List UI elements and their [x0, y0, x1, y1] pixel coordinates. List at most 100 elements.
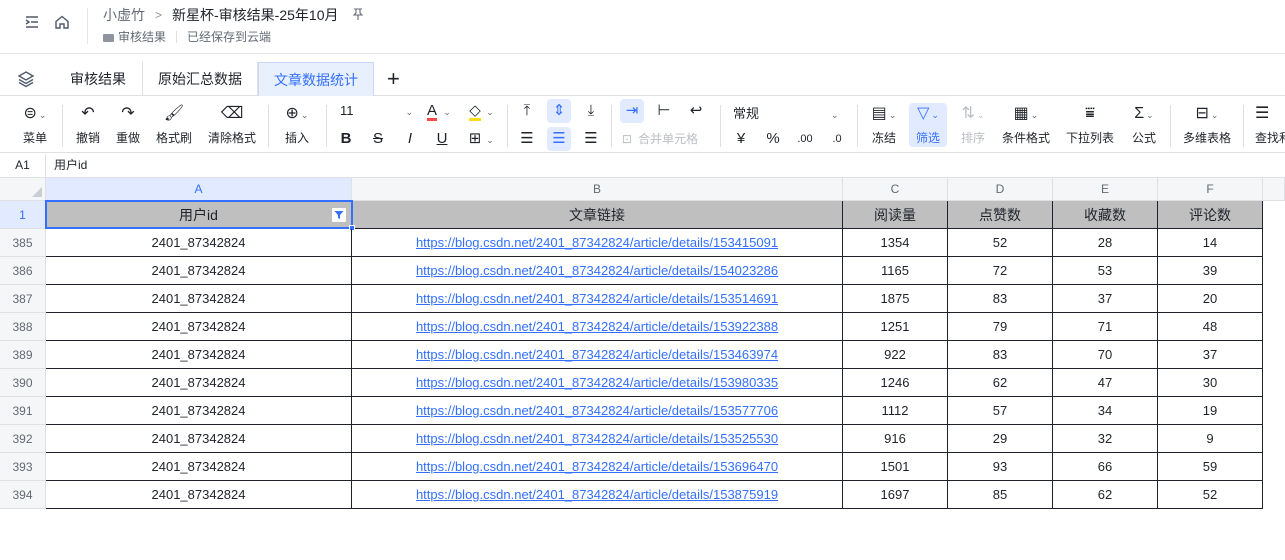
cell-article-link[interactable]: https://blog.csdn.net/2401_87342824/arti… [352, 397, 843, 425]
align-center-icon[interactable]: ☰ [547, 127, 571, 151]
cell-user-id[interactable]: 2401_87342824 [46, 257, 352, 285]
cell-like-count[interactable]: 83 [948, 285, 1053, 313]
filter-dropdown-button[interactable] [331, 207, 347, 223]
cell-like-count[interactable]: 83 [948, 341, 1053, 369]
cell-like-count[interactable]: 79 [948, 313, 1053, 341]
folder-link[interactable]: 审核结果 [103, 28, 166, 45]
article-link[interactable]: https://blog.csdn.net/2401_87342824/arti… [416, 263, 778, 278]
row-header[interactable]: 394 [0, 481, 46, 509]
cell-comment-count[interactable]: 9 [1158, 425, 1263, 453]
freeze-button[interactable]: ▤ ⌄ 冻结 [866, 103, 902, 146]
cell-like-count[interactable]: 52 [948, 229, 1053, 257]
cell-comment-count[interactable]: 30 [1158, 369, 1263, 397]
dropdown-list-button[interactable]: ⩸ 下拉列表 [1064, 103, 1116, 146]
breadcrumb-parent[interactable]: 小虚竹 [103, 5, 145, 25]
header-user-id[interactable]: 用户id [46, 201, 352, 229]
cell-user-id[interactable]: 2401_87342824 [46, 481, 352, 509]
align-top-icon[interactable]: ⤒ [515, 99, 539, 123]
home-icon[interactable] [52, 12, 72, 32]
row-header[interactable]: 392 [0, 425, 46, 453]
add-sheet-button[interactable]: + [387, 66, 400, 92]
column-header-a[interactable]: A [46, 178, 352, 201]
article-link[interactable]: https://blog.csdn.net/2401_87342824/arti… [416, 459, 778, 474]
cell-read-count[interactable]: 922 [843, 341, 948, 369]
cell-article-link[interactable]: https://blog.csdn.net/2401_87342824/arti… [352, 481, 843, 509]
article-link[interactable]: https://blog.csdn.net/2401_87342824/arti… [416, 235, 778, 250]
header-comment-count[interactable]: 评论数 [1158, 201, 1263, 229]
article-link[interactable]: https://blog.csdn.net/2401_87342824/arti… [416, 375, 778, 390]
align-middle-icon[interactable]: ⇕ [547, 99, 571, 123]
cell-read-count[interactable]: 1251 [843, 313, 948, 341]
row-header[interactable]: 387 [0, 285, 46, 313]
row-header[interactable]: 393 [0, 453, 46, 481]
cell-read-count[interactable]: 1112 [843, 397, 948, 425]
cell-user-id[interactable]: 2401_87342824 [46, 397, 352, 425]
cell-article-link[interactable]: https://blog.csdn.net/2401_87342824/arti… [352, 229, 843, 257]
column-header-d[interactable]: D [948, 178, 1053, 201]
cell-article-link[interactable]: https://blog.csdn.net/2401_87342824/arti… [352, 453, 843, 481]
sort-button[interactable]: ⇅ ⌄ 排序 [955, 103, 991, 146]
cell-read-count[interactable]: 1875 [843, 285, 948, 313]
column-header-b[interactable]: B [352, 178, 843, 201]
formula-button[interactable]: Σ ⌄ 公式 [1126, 103, 1162, 146]
cell-article-link[interactable]: https://blog.csdn.net/2401_87342824/arti… [352, 313, 843, 341]
cell-read-count[interactable]: 916 [843, 425, 948, 453]
formula-input[interactable]: 用户id [54, 154, 87, 177]
number-format-select[interactable]: 常规 ⌄ [733, 103, 839, 122]
cell-comment-count[interactable]: 19 [1158, 397, 1263, 425]
doc-title[interactable]: 新星杯-审核结果-25年10月 [172, 5, 338, 25]
bold-icon[interactable]: B [334, 127, 358, 151]
italic-icon[interactable]: I [398, 127, 422, 151]
cell-like-count[interactable]: 29 [948, 425, 1053, 453]
tab-raw-summary[interactable]: 原始汇总数据 [143, 62, 258, 96]
column-header-g[interactable] [1263, 178, 1285, 201]
percent-button[interactable]: % [761, 127, 785, 151]
cell-like-count[interactable]: 57 [948, 397, 1053, 425]
chevron-down-icon[interactable]: ⌄ [483, 127, 495, 151]
cell-favorite-count[interactable]: 66 [1053, 453, 1158, 481]
tab-article-stats[interactable]: 文章数据统计 [258, 62, 374, 96]
cell-read-count[interactable]: 1246 [843, 369, 948, 397]
align-left-icon[interactable]: ☰ [515, 127, 539, 151]
cell-like-count[interactable]: 72 [948, 257, 1053, 285]
column-header-f[interactable]: F [1158, 178, 1263, 201]
cell-article-link[interactable]: https://blog.csdn.net/2401_87342824/arti… [352, 257, 843, 285]
cell-user-id[interactable]: 2401_87342824 [46, 229, 352, 257]
filter-button[interactable]: ▽ ⌄ 筛选 [909, 103, 947, 147]
cell-read-count[interactable]: 1165 [843, 257, 948, 285]
pivot-table-button[interactable]: ⊟ ⌄ 多维表格 [1181, 103, 1233, 146]
row-header[interactable]: 389 [0, 341, 46, 369]
align-right-icon[interactable]: ☰ [579, 127, 603, 151]
cell-article-link[interactable]: https://blog.csdn.net/2401_87342824/arti… [352, 285, 843, 313]
cell-like-count[interactable]: 85 [948, 481, 1053, 509]
underline-icon[interactable]: U [430, 127, 454, 151]
tab-review-result[interactable]: 审核结果 [54, 62, 143, 96]
find-replace-button[interactable]: ☰ 查找和 [1255, 103, 1285, 146]
insert-button[interactable]: ⊕ ⌄ 插入 [280, 103, 314, 146]
cell-favorite-count[interactable]: 34 [1053, 397, 1158, 425]
cell-user-id[interactable]: 2401_87342824 [46, 285, 352, 313]
article-link[interactable]: https://blog.csdn.net/2401_87342824/arti… [416, 319, 778, 334]
cell-comment-count[interactable]: 59 [1158, 453, 1263, 481]
header-article-link[interactable]: 文章链接 [352, 201, 843, 229]
cell-favorite-count[interactable]: 32 [1053, 425, 1158, 453]
decrease-decimal-icon[interactable]: .0 [825, 127, 849, 151]
cell-comment-count[interactable]: 14 [1158, 229, 1263, 257]
cell-read-count[interactable]: 1354 [843, 229, 948, 257]
cell-favorite-count[interactable]: 37 [1053, 285, 1158, 313]
cell-user-id[interactable]: 2401_87342824 [46, 369, 352, 397]
cell-like-count[interactable]: 62 [948, 369, 1053, 397]
row-header[interactable]: 1 [0, 201, 46, 229]
chevron-down-icon[interactable]: ⌄ [483, 99, 495, 123]
chevron-down-icon[interactable]: ⌄ [440, 99, 452, 123]
cell-comment-count[interactable]: 52 [1158, 481, 1263, 509]
cell-user-id[interactable]: 2401_87342824 [46, 341, 352, 369]
layers-icon[interactable] [17, 70, 37, 90]
header-like-count[interactable]: 点赞数 [948, 201, 1053, 229]
row-header[interactable]: 385 [0, 229, 46, 257]
column-header-c[interactable]: C [843, 178, 948, 201]
row-header[interactable]: 386 [0, 257, 46, 285]
row-header[interactable]: 391 [0, 397, 46, 425]
cell-favorite-count[interactable]: 70 [1053, 341, 1158, 369]
pin-icon[interactable] [352, 7, 364, 23]
